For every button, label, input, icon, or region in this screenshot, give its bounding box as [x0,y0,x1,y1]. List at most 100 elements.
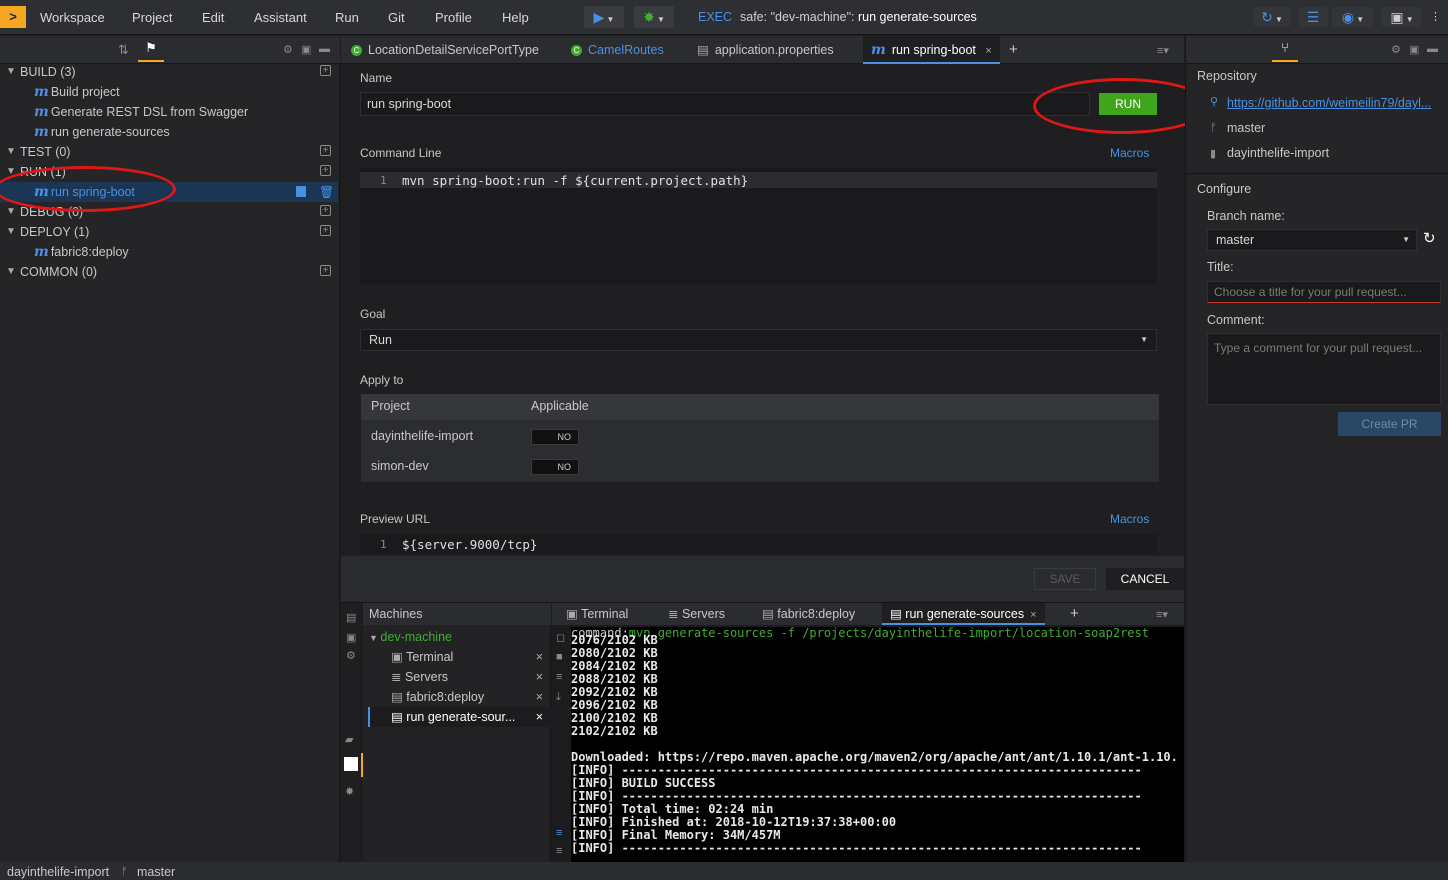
menu-workspace[interactable]: Workspace [40,10,105,25]
wrap-icon[interactable]: ≡ [556,671,562,683]
machine-process-fabric8[interactable]: ▤ fabric8:deploy × [391,687,551,707]
machine-process-generate-sources[interactable]: ▤ run generate-sour... × [368,707,551,727]
console-line: [INFO] ---------------------------------… [571,841,1142,855]
scroll-bottom-icon[interactable]: ≡ [556,845,562,857]
gear-icon[interactable]: ⚙ [283,43,293,56]
name-input[interactable]: run spring-boot [360,92,1090,116]
collapse-icon[interactable]: ▣ [346,631,356,644]
minimize-icon[interactable]: ▣ [301,43,311,56]
add-tab-icon[interactable]: + [1009,41,1018,58]
branch-name-select[interactable]: master ▼ [1207,229,1417,251]
group-common[interactable]: ▼ COMMON (0) + [0,262,338,282]
close-icon[interactable]: × [985,45,991,57]
menu-edit[interactable]: Edit [202,10,224,25]
add-command-icon[interactable]: + [320,265,331,276]
add-command-icon[interactable]: + [320,205,331,216]
minimize-icon[interactable]: ▣ [1409,43,1419,56]
gear-icon[interactable]: ⚙ [346,649,356,662]
chat-icon[interactable]: ▰ [345,733,353,746]
menu-assistant[interactable]: Assistant [254,10,307,25]
bug-icon[interactable]: ✸ [345,785,354,798]
list-view-button[interactable]: ☰ [1298,7,1328,27]
menu-git[interactable]: Git [388,10,405,25]
group-test[interactable]: ▼ TEST (0) + [0,142,338,162]
status-project[interactable]: dayinthelife-import [7,863,109,880]
create-pr-button[interactable]: Create PR [1338,412,1441,436]
duplicate-icon[interactable] [296,186,306,197]
close-icon[interactable]: × [536,647,543,667]
machine-icon[interactable]: ▤ [346,611,356,624]
annotation-ellipse [0,166,176,212]
command-build-project[interactable]: m Build project [0,82,338,102]
tab-run-spring-boot[interactable]: m run spring-boot × [863,36,1000,64]
pr-comment-textarea[interactable]: Type a comment for your pull request... [1207,333,1441,405]
console-output[interactable]: command:mvn generate-sources -f /project… [571,627,1184,863]
group-build[interactable]: ▼ BUILD (3) + [0,62,338,82]
menu-profile[interactable]: Profile [435,10,472,25]
close-icon[interactable]: × [536,707,543,727]
stop-icon[interactable]: ■ [556,651,563,663]
close-icon[interactable]: × [536,687,543,707]
machine-process-terminal[interactable]: ▣ Terminal × [391,647,551,667]
tab-terminal[interactable]: ▣ Terminal [558,603,636,625]
more-icon[interactable]: ⋮ [1430,10,1441,23]
tab-fabric8-deploy[interactable]: ▤ fabric8:deploy [754,603,863,625]
menu-run[interactable]: Run [335,10,359,25]
scroll-top-icon[interactable]: ≡ [556,827,562,839]
trash-icon[interactable]: 🗑 [319,182,334,202]
menu-help[interactable]: Help [502,10,529,25]
download-icon[interactable]: ⤓ [556,691,561,704]
refresh-icon[interactable]: ↻ [1423,229,1436,247]
machine-dev[interactable]: ▼ dev-machine [369,627,553,647]
command-line-editor[interactable]: 1 mvn spring-boot:run -f ${current.proje… [360,168,1157,284]
tab-list-icon[interactable]: ≡▾ [1157,44,1169,57]
command-generate-rest-dsl[interactable]: m Generate REST DSL from Swagger [0,102,338,122]
add-command-icon[interactable]: + [320,145,331,156]
goal-select[interactable]: Run ▼ [360,329,1157,351]
add-command-icon[interactable]: + [320,225,331,236]
tab-application-properties[interactable]: ▤ application.properties [689,36,842,64]
tab-generate-sources[interactable]: ▤ run generate-sources × [882,603,1045,625]
add-command-icon[interactable]: + [320,165,331,176]
status-branch[interactable]: master [137,863,175,880]
pr-title-input[interactable]: Choose a title for your pull request... [1207,281,1441,303]
tab-servers[interactable]: ≣ Servers [660,603,733,625]
applicable-toggle[interactable]: NO [531,429,579,445]
commands-tab-icon[interactable]: ⚑ [138,40,164,62]
applicable-toggle[interactable]: NO [531,459,579,475]
group-deploy[interactable]: ▼ DEPLOY (1) + [0,222,338,242]
cancel-button[interactable]: CANCEL [1106,568,1184,590]
tab-list-icon[interactable]: ≡▾ [1156,608,1168,621]
layout-menu-button[interactable]: ▣ ▼ [1382,7,1422,27]
exec-command[interactable]: safe: "dev-machine": run generate-source… [740,10,977,24]
add-command-icon[interactable]: + [320,65,331,76]
tab-location-detail[interactable]: C LocationDetailServicePortType [343,36,547,64]
macros-link[interactable]: Macros [1110,512,1149,526]
preview-url-editor[interactable]: 1 ${server.9000/tcp} [360,534,1157,554]
close-icon[interactable]: × [536,667,543,687]
command-run-generate-sources[interactable]: m run generate-sources [0,122,338,142]
debug-button[interactable]: ✸ ▼ [634,6,674,28]
maximize-icon[interactable]: ▬ [1427,43,1438,55]
command-fabric8-deploy[interactable]: m fabric8:deploy [0,242,338,262]
maximize-icon[interactable]: ▬ [319,43,330,55]
refresh-menu-button[interactable]: ↻ ▼ [1254,7,1290,27]
machine-process-servers[interactable]: ≣ Servers × [391,667,551,687]
repo-url-link[interactable]: https://github.com/weimeilin79/dayl... [1227,96,1443,110]
menu-project[interactable]: Project [132,10,172,25]
pull-request-tab-icon[interactable]: ⑂ [1272,40,1298,62]
console-icon[interactable] [344,757,358,771]
tab-camel-routes[interactable]: C CamelRoutes [563,36,672,64]
app-logo[interactable]: > [0,6,26,28]
close-icon[interactable]: × [1030,609,1036,621]
save-button[interactable]: SAVE [1034,568,1096,590]
radar-menu-button[interactable]: ◉ ▼ [1332,7,1374,27]
project-tree-icon[interactable]: ⇅ [118,42,129,58]
run-play-button[interactable]: ▶ ▼ [584,6,624,28]
macros-link[interactable]: Macros [1110,146,1149,160]
preview-url-label: Preview URL [360,512,431,526]
line-number: 1 [380,174,387,187]
add-tab-icon[interactable]: + [1070,605,1079,622]
clear-icon[interactable]: ◻ [556,631,565,644]
gear-icon[interactable]: ⚙ [1391,43,1401,56]
